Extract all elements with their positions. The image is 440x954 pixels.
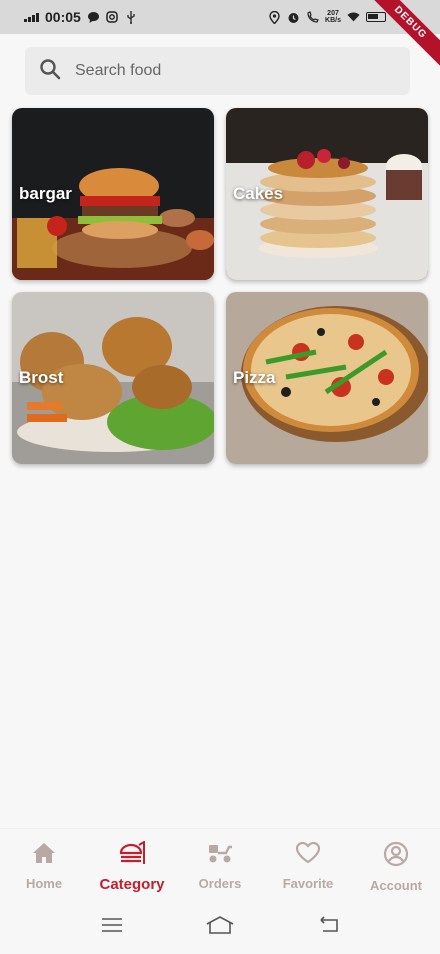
wifi-call-icon <box>306 10 319 24</box>
nav-account[interactable]: Account <box>352 829 440 900</box>
menu-icon[interactable] <box>101 917 123 938</box>
account-icon <box>383 841 409 872</box>
location-icon <box>268 10 281 24</box>
home-button-icon[interactable] <box>205 915 235 940</box>
category-label: bargar <box>19 184 72 203</box>
alarm-icon <box>287 11 300 24</box>
category-card-burger[interactable]: bargar <box>12 108 214 280</box>
category-grid: bargar Cakes Brost Pizza <box>12 108 428 464</box>
bottom-navigation: Home Category Orders Favorite Account <box>0 828 440 900</box>
search-bar[interactable] <box>25 47 410 95</box>
search-icon <box>39 58 61 85</box>
category-label: Pizza <box>233 368 276 387</box>
scooter-icon <box>206 841 234 870</box>
usb-icon <box>125 10 138 24</box>
back-icon[interactable] <box>317 915 339 939</box>
nav-label: Category <box>99 876 165 893</box>
nav-home[interactable]: Home <box>0 829 88 900</box>
category-card-pizza[interactable]: Pizza <box>226 292 428 464</box>
signal-icon <box>24 12 39 22</box>
heart-icon <box>295 841 321 870</box>
category-card-cakes[interactable]: Cakes <box>226 108 428 280</box>
search-input[interactable] <box>75 62 355 80</box>
burger-icon <box>118 840 146 872</box>
wifi-icon <box>347 11 360 24</box>
nav-label: Orders <box>198 876 242 891</box>
nav-favorite[interactable]: Favorite <box>264 829 352 900</box>
chat-icon <box>87 11 100 24</box>
category-card-brost[interactable]: Brost <box>12 292 214 464</box>
nav-label: Account <box>370 878 422 893</box>
battery-icon <box>366 12 386 22</box>
category-label: Brost <box>19 368 64 387</box>
home-icon <box>31 841 57 870</box>
system-navigation <box>0 900 440 954</box>
net-speed: 207 KB/s <box>325 10 341 24</box>
status-bar: 00:05 207 KB/s <box>0 0 440 34</box>
category-label: Cakes <box>233 184 284 203</box>
status-time: 00:05 <box>45 9 81 25</box>
nav-label: Home <box>25 876 63 891</box>
nav-category[interactable]: Category <box>88 829 176 900</box>
nav-label: Favorite <box>282 876 334 891</box>
nav-orders[interactable]: Orders <box>176 829 264 900</box>
instagram-icon <box>106 11 119 24</box>
